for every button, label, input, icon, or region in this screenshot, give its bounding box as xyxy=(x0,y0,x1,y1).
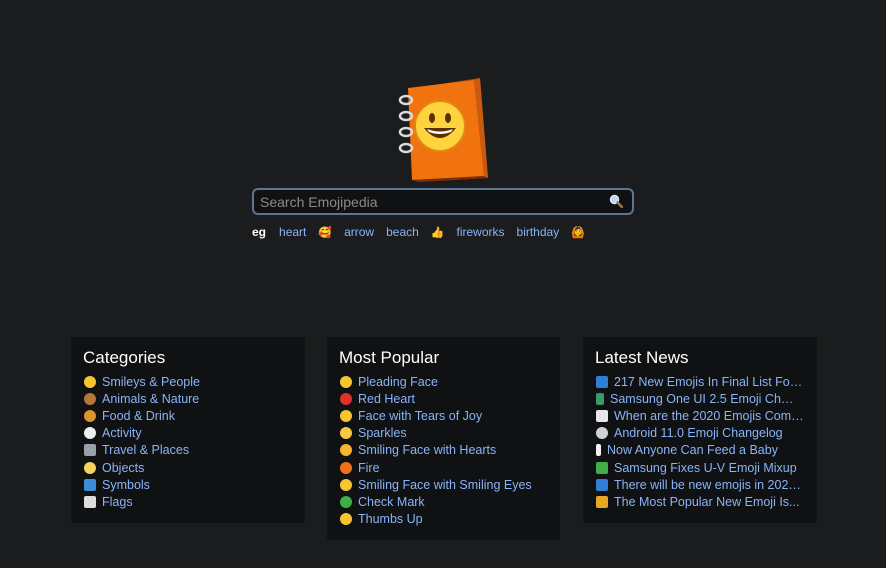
popular-item[interactable]: Smiling Face with Smiling Eyes xyxy=(340,476,532,493)
search-box[interactable] xyxy=(252,188,634,215)
news-link[interactable]: Samsung One UI 2.5 Emoji Changelog xyxy=(610,392,800,406)
building-icon xyxy=(84,444,96,457)
category-link[interactable]: Symbols xyxy=(102,478,150,492)
news-item[interactable]: When are the 2020 Emojis Coming? xyxy=(596,407,804,424)
eg-label: eg xyxy=(252,225,267,239)
popular-item[interactable]: Smiling Face with Hearts xyxy=(340,442,532,459)
latest-news-title: Latest News xyxy=(595,348,689,367)
news-item[interactable]: There will be new emojis in 2021 after a… xyxy=(596,476,804,493)
fire-icon xyxy=(340,461,352,474)
popular-link[interactable]: Face with Tears of Joy xyxy=(358,409,482,423)
category-item[interactable]: Symbols xyxy=(84,476,200,493)
popular-link[interactable]: Thumbs Up xyxy=(358,512,423,526)
news-item[interactable]: 217 New Emojis In Final List For 2021 xyxy=(596,373,804,390)
categories-list: Smileys & People Animals & Nature Food &… xyxy=(84,373,200,511)
trophy-icon xyxy=(596,495,608,508)
category-item[interactable]: Flags xyxy=(84,493,200,510)
category-item[interactable]: Food & Drink xyxy=(84,407,200,424)
popular-item[interactable]: Sparkles xyxy=(340,425,532,442)
popular-link[interactable]: Smiling Face with Smiling Eyes xyxy=(358,478,532,492)
category-item[interactable]: Travel & Places xyxy=(84,442,200,459)
categories-card: Categories Smileys & People Animals & Na… xyxy=(71,337,305,523)
popular-item[interactable]: Red Heart xyxy=(340,390,532,407)
popular-item[interactable]: Fire xyxy=(340,459,532,476)
categories-title: Categories xyxy=(83,348,166,367)
popular-link[interactable]: Check Mark xyxy=(358,495,425,509)
category-item[interactable]: Activity xyxy=(84,425,200,442)
example-beach-link[interactable]: beach xyxy=(386,225,419,239)
popular-item[interactable]: Pleading Face xyxy=(340,373,532,390)
calendar-icon xyxy=(596,409,608,422)
hamburger-icon xyxy=(84,409,96,422)
example-smiling-hearts-icon[interactable]: 🥰 xyxy=(318,226,332,239)
smiling-eyes-icon xyxy=(340,478,352,491)
category-item[interactable]: Animals & Nature xyxy=(84,390,200,407)
news-item[interactable]: Android 11.0 Emoji Changelog xyxy=(596,425,804,442)
example-thumbs-up-icon[interactable]: 👍 xyxy=(431,226,445,239)
popular-link[interactable]: Smiling Face with Hearts xyxy=(358,443,496,457)
example-heart-link[interactable]: heart xyxy=(279,225,306,239)
most-popular-card: Most Popular Pleading Face Red Heart Fac… xyxy=(327,337,560,540)
tears-of-joy-icon xyxy=(340,409,352,422)
latest-news-card: Latest News 217 New Emojis In Final List… xyxy=(583,337,817,523)
news-item[interactable]: The Most Popular New Emoji Is... xyxy=(596,493,804,510)
popular-item[interactable]: Face with Tears of Joy xyxy=(340,407,532,424)
soccer-ball-icon xyxy=(84,427,96,440)
new-badge-icon xyxy=(596,375,608,388)
popular-item[interactable]: Thumbs Up xyxy=(340,511,532,528)
popular-item[interactable]: Check Mark xyxy=(340,493,532,510)
face-with-hearts-icon xyxy=(340,444,352,457)
check-mark-icon xyxy=(340,495,352,508)
example-gesture-ok-icon[interactable]: 🙆 xyxy=(571,226,585,239)
pleading-face-icon xyxy=(340,375,352,388)
robot-face-icon xyxy=(596,427,608,440)
search-input[interactable] xyxy=(258,190,600,213)
category-link[interactable]: Food & Drink xyxy=(102,409,175,423)
news-item[interactable]: Samsung Fixes U-V Emoji Mixup xyxy=(596,459,804,476)
bear-face-icon xyxy=(84,392,96,405)
news-link[interactable]: 217 New Emojis In Final List For 2021 xyxy=(614,375,804,389)
new-badge-icon xyxy=(596,478,608,491)
category-link[interactable]: Smileys & People xyxy=(102,375,200,389)
news-link[interactable]: There will be new emojis in 2021 after a… xyxy=(614,478,804,492)
light-bulb-icon xyxy=(84,461,96,474)
most-popular-title: Most Popular xyxy=(339,348,440,367)
thumbs-up-icon xyxy=(340,513,352,526)
search-icon[interactable] xyxy=(609,194,623,208)
category-item[interactable]: Objects xyxy=(84,459,200,476)
popular-link[interactable]: Red Heart xyxy=(358,392,415,406)
news-item[interactable]: Now Anyone Can Feed a Baby xyxy=(596,442,804,459)
red-heart-icon xyxy=(340,392,352,405)
news-item[interactable]: Samsung One UI 2.5 Emoji Changelog xyxy=(596,390,804,407)
symbols-icon xyxy=(84,478,96,491)
example-fireworks-link[interactable]: fireworks xyxy=(457,225,505,239)
category-link[interactable]: Objects xyxy=(102,461,144,475)
phone-icon xyxy=(596,392,604,405)
news-link[interactable]: Now Anyone Can Feed a Baby xyxy=(607,443,778,457)
popular-link[interactable]: Pleading Face xyxy=(358,375,438,389)
popular-link[interactable]: Sparkles xyxy=(358,426,407,440)
category-link[interactable]: Travel & Places xyxy=(102,443,189,457)
baby-bottle-icon xyxy=(596,444,601,457)
check-box-icon xyxy=(596,461,608,474)
news-link[interactable]: When are the 2020 Emojis Coming? xyxy=(614,409,804,423)
category-item[interactable]: Smileys & People xyxy=(84,373,200,390)
emojipedia-logo[interactable] xyxy=(388,74,492,186)
search-examples: eg heart 🥰 arrow beach 👍 fireworks birth… xyxy=(252,224,597,240)
most-popular-list: Pleading Face Red Heart Face with Tears … xyxy=(340,373,532,528)
news-link[interactable]: The Most Popular New Emoji Is... xyxy=(614,495,799,509)
news-link[interactable]: Samsung Fixes U-V Emoji Mixup xyxy=(614,461,797,475)
example-arrow-link[interactable]: arrow xyxy=(344,225,374,239)
grinning-face-icon xyxy=(84,375,96,388)
example-birthday-link[interactable]: birthday xyxy=(517,225,560,239)
category-link[interactable]: Animals & Nature xyxy=(102,392,199,406)
category-link[interactable]: Flags xyxy=(102,495,133,509)
sparkles-icon xyxy=(340,427,352,440)
category-link[interactable]: Activity xyxy=(102,426,142,440)
news-link[interactable]: Android 11.0 Emoji Changelog xyxy=(614,426,783,440)
latest-news-list: 217 New Emojis In Final List For 2021 Sa… xyxy=(596,373,804,511)
popular-link[interactable]: Fire xyxy=(358,461,380,475)
flags-icon xyxy=(84,495,96,508)
